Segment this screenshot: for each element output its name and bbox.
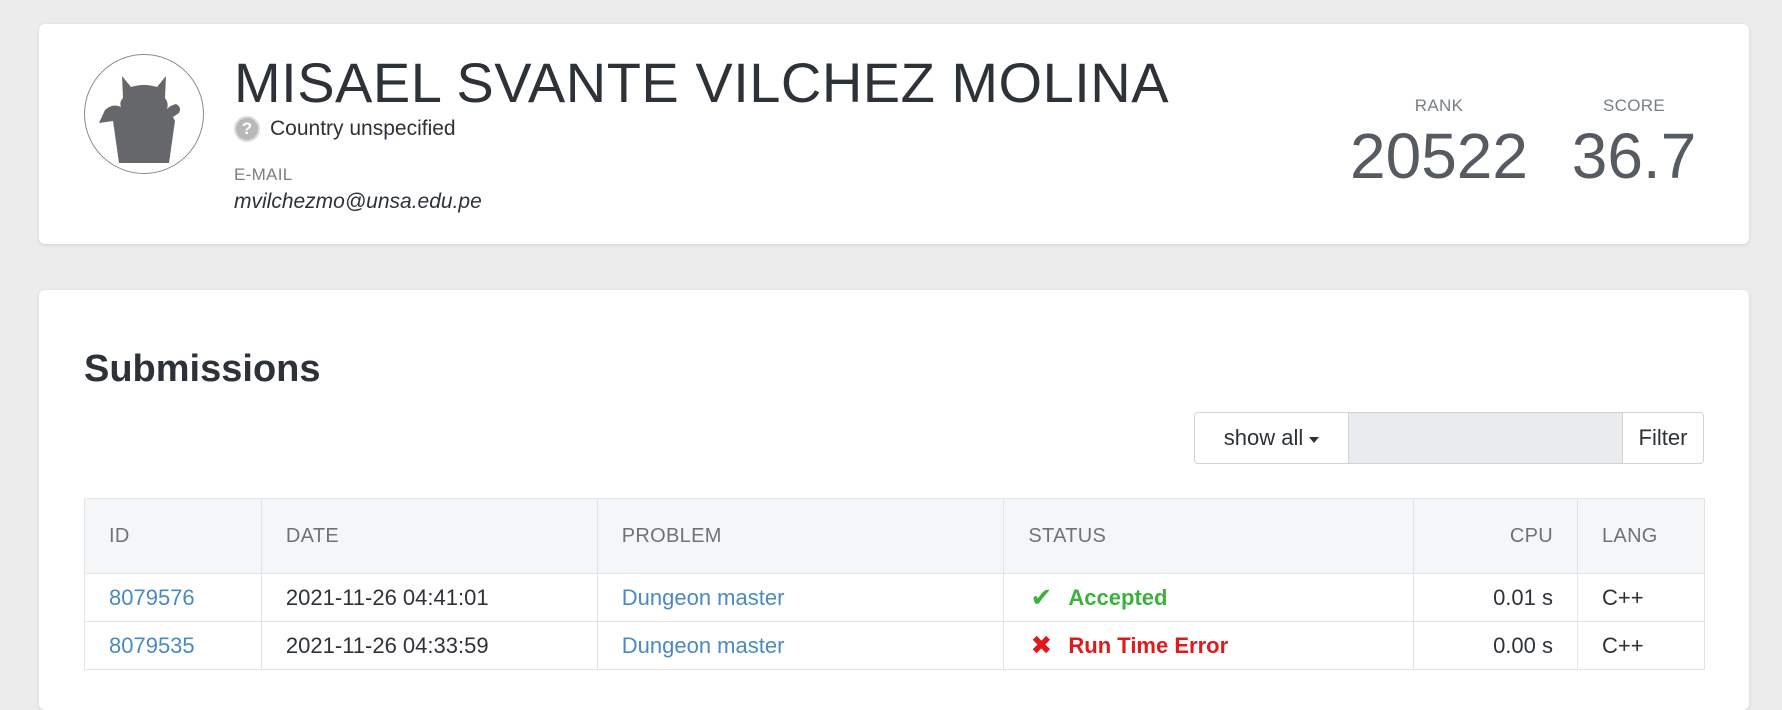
show-all-dropdown[interactable]: show all <box>1195 413 1349 463</box>
column-header-lang[interactable]: LANG <box>1577 498 1705 574</box>
score-stat: SCORE 36.7 <box>1549 96 1719 188</box>
problem-link[interactable]: Dungeon master <box>622 585 785 610</box>
question-icon: ? <box>234 116 260 142</box>
user-silhouette-icon <box>99 76 180 163</box>
score-value: 36.7 <box>1571 120 1697 192</box>
rank-stat: RANK 20522 <box>1344 96 1534 188</box>
submission-lang: C++ <box>1577 621 1705 670</box>
country-info: ? Country unspecified <box>234 114 456 144</box>
filter-input[interactable] <box>1349 413 1623 463</box>
score-label: SCORE <box>1603 96 1665 115</box>
submissions-title: Submissions <box>84 348 321 390</box>
submissions-table: ID DATE PROBLEM STATUS CPU LANG 8079576 … <box>84 498 1705 670</box>
status-badge: ✖ Run Time Error <box>1028 630 1229 661</box>
column-header-problem[interactable]: PROBLEM <box>596 498 1005 574</box>
rank-label: RANK <box>1414 96 1464 115</box>
submission-lang: C++ <box>1577 573 1705 622</box>
caret-down-icon <box>1309 436 1320 443</box>
status-badge: ✔ Accepted <box>1028 582 1168 613</box>
problem-link[interactable]: Dungeon master <box>622 633 785 658</box>
column-header-date[interactable]: DATE <box>260 498 598 574</box>
profile-card: MISAEL SVANTE VILCHEZ MOLINA ? Country u… <box>39 24 1749 244</box>
email-value: mvilchezmo@unsa.edu.pe <box>234 190 482 213</box>
submission-cpu: 0.01 s <box>1413 573 1578 622</box>
submissions-card: Submissions show all Filter ID DATE PROB… <box>39 290 1749 710</box>
submission-date: 2021-11-26 04:33:59 <box>260 621 598 670</box>
submission-id-link[interactable]: 8079535 <box>109 633 195 658</box>
submission-date: 2021-11-26 04:41:01 <box>260 573 598 622</box>
email-label: E-MAIL <box>234 165 293 184</box>
cross-icon: ✖ <box>1030 630 1053 660</box>
filter-bar: show all Filter <box>1194 412 1704 464</box>
checkmark-icon: ✔ <box>1030 582 1053 612</box>
profile-name: MISAEL SVANTE VILCHEZ MOLINA <box>234 51 1170 114</box>
column-header-id[interactable]: ID <box>84 498 262 574</box>
avatar <box>84 54 204 174</box>
status-text: Run Time Error <box>1068 632 1229 658</box>
country-label: Country unspecified <box>270 117 456 140</box>
status-text: Accepted <box>1068 584 1168 610</box>
filter-button[interactable]: Filter <box>1623 413 1703 463</box>
dropdown-label: show all <box>1223 425 1304 450</box>
rank-value: 20522 <box>1350 120 1528 192</box>
column-header-status[interactable]: STATUS <box>1003 498 1415 574</box>
submission-id-link[interactable]: 8079576 <box>109 585 195 610</box>
table-row: 8079535 2021-11-26 04:33:59 Dungeon mast… <box>84 621 1705 670</box>
table-row: 8079576 2021-11-26 04:41:01 Dungeon mast… <box>84 573 1705 622</box>
table-header-row: ID DATE PROBLEM STATUS CPU LANG <box>84 498 1705 574</box>
column-header-cpu[interactable]: CPU <box>1413 498 1578 574</box>
submission-cpu: 0.00 s <box>1413 621 1578 670</box>
